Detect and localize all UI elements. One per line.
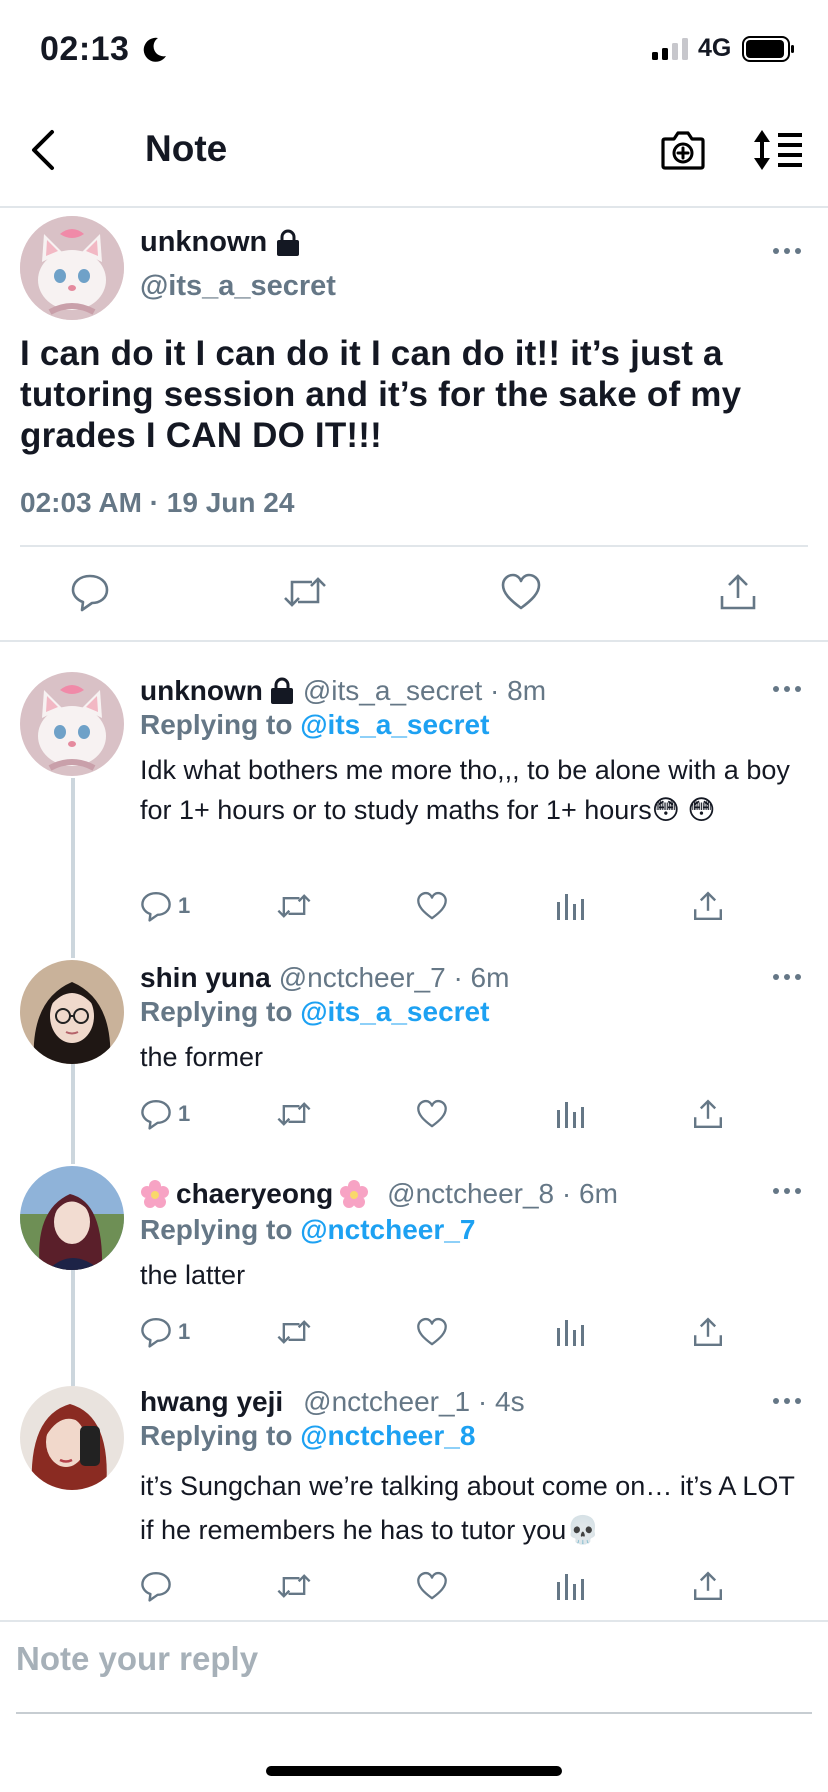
reply-icon — [140, 1316, 172, 1348]
network-type: 4G — [698, 34, 732, 62]
replying-to-mention[interactable]: @nctcheer_8 — [300, 1420, 475, 1451]
lock-icon — [275, 229, 301, 257]
analytics-icon[interactable] — [556, 1316, 584, 1348]
reply-author-name-text: chaeryeong — [176, 1178, 334, 1209]
retweet-icon[interactable] — [276, 1316, 312, 1348]
replying-to: Replying to @nctcheer_7 — [140, 1214, 475, 1246]
reply-author-name[interactable]: unknown — [140, 675, 295, 707]
home-indicator[interactable] — [266, 1766, 562, 1776]
reply-handle-time: @nctcheer_1 · 4s — [303, 1386, 525, 1417]
replying-to-mention[interactable]: @nctcheer_7 — [300, 1214, 475, 1245]
reply-meta: unknown @its_a_secret · 8m — [140, 675, 546, 707]
avatar[interactable] — [20, 672, 124, 776]
like-icon[interactable] — [416, 890, 448, 922]
replying-to: Replying to @its_a_secret — [140, 996, 489, 1028]
reply-author-name[interactable]: hwang yeji — [140, 1386, 283, 1418]
replying-to-label: Replying to — [140, 996, 293, 1027]
replying-to-mention[interactable]: @its_a_secret — [300, 996, 489, 1027]
replying-to: Replying to @nctcheer_8 — [140, 1420, 475, 1452]
reply-author-name[interactable]: chaeryeong — [140, 1178, 369, 1210]
replying-to: Replying to @its_a_secret — [140, 709, 489, 741]
back-icon[interactable] — [24, 126, 64, 174]
analytics-icon[interactable] — [556, 1098, 584, 1130]
status-bar: 02:13 4G — [0, 0, 828, 100]
reply-meta: shin yuna @nctcheer_7 · 6m — [140, 962, 509, 994]
reply-icon — [140, 890, 172, 922]
page-title: Note — [145, 128, 228, 169]
status-time: 02:13 — [40, 30, 130, 68]
retweet-icon[interactable] — [276, 1570, 312, 1602]
reply-count: 1 — [178, 893, 191, 918]
divider — [20, 545, 808, 547]
thread-line — [71, 1064, 75, 1164]
reply-icon[interactable] — [140, 1570, 172, 1602]
moon-icon — [140, 36, 168, 64]
nav-bar: Note — [0, 100, 828, 208]
replying-to-label: Replying to — [140, 1214, 293, 1245]
reply-meta: chaeryeong @nctcheer_8 · 6m — [140, 1178, 618, 1210]
more-icon[interactable] — [772, 1396, 802, 1406]
like-icon[interactable] — [416, 1316, 448, 1348]
reply-icon[interactable] — [70, 572, 110, 612]
retweet-icon[interactable] — [282, 572, 328, 612]
like-icon[interactable] — [500, 572, 542, 612]
replying-to-mention[interactable]: @its_a_secret — [300, 709, 489, 740]
reply-count: 1 — [178, 1101, 191, 1126]
share-icon[interactable] — [692, 1098, 724, 1130]
author-handle[interactable]: @its_a_secret — [140, 270, 336, 303]
reply-button[interactable]: 1 — [140, 1098, 190, 1130]
reply-text: Idk what bothers me more tho,,, to be al… — [140, 755, 790, 825]
reply-text: the former — [140, 1042, 264, 1072]
reply-count: 1 — [178, 1319, 191, 1344]
reply-meta: hwang yeji @nctcheer_1 · 4s — [140, 1386, 525, 1418]
reply-compose-input[interactable]: Note your reply — [16, 1640, 258, 1678]
tweet-text: I can do it I can do it I can do it!! it… — [20, 334, 742, 455]
replying-to-label: Replying to — [140, 1420, 293, 1451]
reply-handle-time: @nctcheer_8 · 6m — [387, 1178, 618, 1209]
lock-icon — [269, 677, 295, 705]
retweet-icon[interactable] — [276, 1098, 312, 1130]
reply-handle-time: @nctcheer_7 · 6m — [278, 962, 510, 993]
like-icon[interactable] — [416, 1570, 448, 1602]
analytics-icon[interactable] — [556, 1570, 584, 1602]
share-icon[interactable] — [692, 890, 724, 922]
reply-icon — [140, 1098, 172, 1130]
camera-plus-icon[interactable] — [660, 128, 706, 172]
more-icon[interactable] — [772, 246, 802, 256]
reply-button[interactable]: 1 — [140, 890, 190, 922]
sort-icon[interactable] — [752, 128, 804, 172]
more-icon[interactable] — [772, 684, 802, 694]
battery-icon — [742, 36, 796, 62]
more-icon[interactable] — [772, 1186, 802, 1196]
signal-icon — [652, 38, 690, 60]
like-icon[interactable] — [416, 1098, 448, 1130]
analytics-icon[interactable] — [556, 890, 584, 922]
divider — [0, 640, 828, 642]
flower-icon — [140, 1179, 170, 1209]
share-icon[interactable] — [718, 572, 758, 612]
thread-line — [71, 778, 75, 958]
avatar[interactable] — [20, 1386, 124, 1490]
reply-button[interactable]: 1 — [140, 1316, 190, 1348]
reply-author-name-text: unknown — [140, 675, 263, 706]
reply-handle-time: @its_a_secret · 8m — [302, 675, 547, 706]
reply-text: the latter — [140, 1260, 246, 1290]
divider — [0, 1620, 828, 1622]
reply-text: it’s Sungchan we’re talking about come o… — [140, 1471, 795, 1545]
tweet-timestamp: 02:03 AM · 19 Jun 24 — [20, 487, 295, 518]
share-icon[interactable] — [692, 1316, 724, 1348]
avatar[interactable] — [20, 1166, 124, 1270]
thread-line — [71, 1270, 75, 1386]
author-name[interactable]: unknown — [140, 226, 301, 259]
compose-underline — [16, 1712, 812, 1714]
avatar[interactable] — [20, 960, 124, 1064]
author-name-text: unknown — [140, 226, 268, 258]
more-icon[interactable] — [772, 972, 802, 982]
flower-icon — [339, 1179, 369, 1209]
replying-to-label: Replying to — [140, 709, 293, 740]
avatar[interactable] — [20, 216, 124, 320]
share-icon[interactable] — [692, 1570, 724, 1602]
retweet-icon[interactable] — [276, 890, 312, 922]
reply-author-name[interactable]: shin yuna — [140, 962, 271, 994]
